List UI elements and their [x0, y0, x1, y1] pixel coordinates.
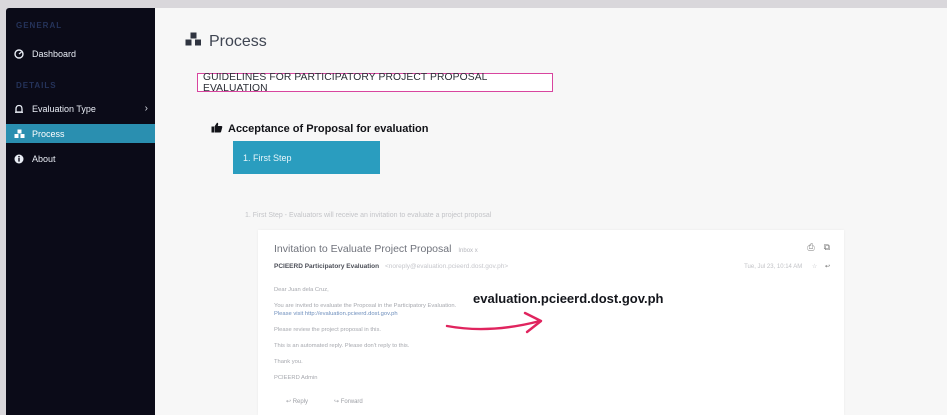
app-window: General Dashboard Details Evaluation Typ… [6, 8, 947, 415]
first-step-button[interactable]: 1. First Step [233, 141, 380, 174]
sender-name: PCIEERD Participatory Evaluation [274, 263, 380, 270]
sidebar-item-process[interactable]: Process [6, 124, 155, 143]
email-body-line: Dear Juan dela Cruz, [274, 287, 329, 293]
open-new-window-icon[interactable]: ⧉ [824, 242, 830, 253]
page-title: Process [185, 32, 267, 52]
reply-label: Reply [292, 399, 309, 405]
email-body-link[interactable]: Please visit http://evaluation.pcieerd.d… [274, 311, 398, 317]
print-icon[interactable]: ⎙ [807, 242, 814, 253]
email-date: Tue, Jul 23, 10:14 AM ☆ ↩ [744, 263, 830, 270]
email-reply-button[interactable]: ↩ Reply [286, 398, 308, 405]
email-body-line: Please review the project proposal in th… [274, 327, 381, 333]
email-body-line: PCIEERD Admin [274, 375, 318, 381]
inbox-tag: Inbox x [458, 248, 478, 254]
chevron-right-icon: › [144, 103, 148, 114]
arrow-annotation-icon [445, 311, 543, 334]
email-subject-text: Invitation to Evaluate Project Proposal [274, 243, 452, 255]
email-sender: PCIEERD Participatory Evaluation <norepl… [274, 263, 508, 270]
cubes-icon [6, 129, 32, 139]
forward-label: Forward [340, 399, 363, 405]
sidebar: General Dashboard Details Evaluation Typ… [6, 8, 155, 415]
email-body-line: Thank you. [274, 359, 303, 365]
sidebar-item-evaluation-type[interactable]: Evaluation Type › [6, 99, 155, 118]
section-heading-text: Acceptance of Proposal for evaluation [228, 123, 429, 135]
cubes-icon [185, 32, 202, 52]
sidebar-item-label: Process [32, 128, 65, 139]
section-heading: Acceptance of Proposal for evaluation [211, 122, 429, 136]
email-body-line: You are invited to evaluate the Proposal… [274, 303, 457, 309]
star-icon[interactable]: ☆ [812, 264, 817, 270]
sidebar-item-label: Evaluation Type [32, 103, 96, 114]
email-forward-button[interactable]: ↪ Forward [334, 398, 363, 405]
sidebar-section-details: Details [16, 81, 57, 90]
page-title-text: Process [209, 33, 267, 50]
email-actions: ↩ Reply ↪ Forward [286, 398, 363, 405]
sidebar-item-dashboard[interactable]: Dashboard [6, 44, 155, 63]
sidebar-item-label: Dashboard [32, 48, 77, 59]
sidebar-item-about[interactable]: About [6, 149, 155, 168]
email-date-text: Tue, Jul 23, 10:14 AM [744, 264, 803, 270]
email-body-line: This is an automated reply. Please don't… [274, 343, 410, 349]
main-content: Process GUIDELINES FOR PARTICIPATORY PRO… [155, 8, 947, 415]
reply-icon[interactable]: ↩ [825, 264, 830, 270]
email-toolbar: ⎙ ⧉ [807, 242, 830, 253]
sidebar-item-label: About [32, 153, 56, 164]
sender-address: <noreply@evaluation.pcieerd.dost.gov.ph> [384, 263, 509, 270]
guideline-title: GUIDELINES FOR PARTICIPATORY PROJECT PRO… [197, 72, 553, 94]
info-icon [6, 154, 32, 164]
step-instruction: 1. First Step - Evaluators will receive … [245, 212, 492, 219]
email-subject: Invitation to Evaluate Project Proposal … [274, 243, 478, 255]
dashboard-icon [6, 48, 32, 59]
bell-icon [6, 104, 32, 114]
thumbs-up-icon [211, 122, 223, 136]
sidebar-section-general: General [16, 21, 63, 30]
url-annotation: evaluation.pcieerd.dost.gov.ph [473, 291, 664, 306]
